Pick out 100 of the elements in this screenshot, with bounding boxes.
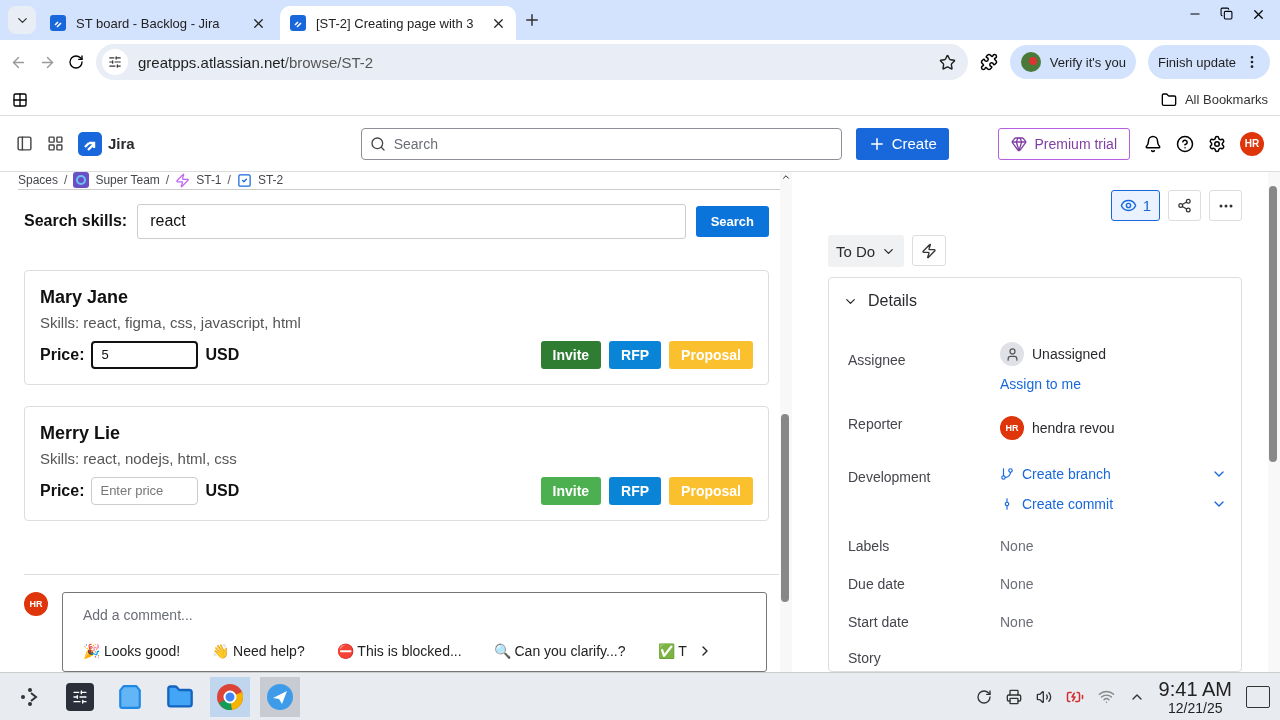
- update-icon[interactable]: [975, 688, 992, 705]
- create-button[interactable]: Create: [855, 127, 949, 160]
- price-input[interactable]: Enter price: [91, 476, 199, 505]
- browser-app-icon[interactable]: [210, 676, 250, 717]
- search-field[interactable]: Search: [360, 127, 842, 160]
- skills-text: Skills: react, nodejs, html, css: [40, 449, 238, 467]
- field-label: Story: [848, 650, 881, 666]
- scrollbar-thumb[interactable]: [781, 414, 789, 602]
- field-label: Due date: [848, 576, 905, 592]
- separator: /: [165, 173, 170, 188]
- avatar-picture-icon: [1019, 51, 1042, 73]
- lightning-icon: [921, 242, 938, 259]
- site-settings-icon: [102, 49, 128, 75]
- field-value: None: [1000, 538, 1035, 554]
- bookmark-star-icon[interactable]: [938, 53, 956, 71]
- app-name: Jira: [108, 135, 135, 152]
- search-icon: [369, 135, 386, 152]
- apps-icon[interactable]: [12, 91, 28, 108]
- jira-logo-icon: [78, 131, 102, 156]
- skill-search-input[interactable]: react: [137, 203, 686, 239]
- help-icon[interactable]: [1176, 134, 1194, 153]
- freelancer-name: Mary Jane: [40, 286, 130, 308]
- user-avatar-icon: [1000, 342, 1024, 366]
- clock-date: 12/21/25: [1168, 699, 1223, 716]
- browser-tab[interactable]: [ST-2] Creating page with 3: [280, 6, 516, 40]
- reload-icon[interactable]: [68, 54, 84, 70]
- field-label: Labels: [848, 538, 890, 554]
- search-button[interactable]: Search: [695, 205, 769, 237]
- separator: /: [64, 173, 68, 188]
- folder-icon: [1160, 91, 1177, 108]
- field-value: None: [1000, 614, 1035, 630]
- rfp-button[interactable]: RFP: [609, 340, 662, 369]
- status-dropdown[interactable]: To Do: [828, 235, 905, 267]
- suggestion-chip[interactable]: 👋 Need help?: [212, 643, 305, 659]
- app-icon[interactable]: [260, 676, 300, 717]
- premium-trial-button[interactable]: Premium trial: [997, 127, 1130, 160]
- settings-icon[interactable]: [1208, 134, 1226, 153]
- checkbox-icon: [236, 172, 252, 188]
- assign-to-me-link[interactable]: Assign to me: [1000, 376, 1227, 392]
- breadcrumb-link[interactable]: ST-1: [196, 173, 222, 188]
- project-icon: [73, 172, 90, 189]
- field-label: Reporter: [848, 416, 903, 432]
- notifications-icon[interactable]: [1144, 134, 1162, 153]
- volume-icon[interactable]: [1035, 688, 1052, 705]
- branch-icon: [1000, 467, 1014, 481]
- assignee-value: Unassigned: [1032, 346, 1106, 362]
- separator: /: [227, 173, 231, 188]
- freelancer-name: Merry Lie: [40, 422, 122, 444]
- breadcrumb-link[interactable]: Spaces: [18, 173, 59, 188]
- currency-label: USD: [205, 481, 240, 500]
- wifi-icon[interactable]: [1097, 688, 1115, 705]
- clock[interactable]: 9:41 AM 12/21/25: [1158, 677, 1232, 716]
- suggestion-chip[interactable]: ✅ T: [657, 643, 687, 659]
- printer-icon[interactable]: [1005, 688, 1022, 705]
- scrollbar-thumb[interactable]: [1269, 186, 1277, 462]
- breadcrumb-link[interactable]: ST-2: [257, 173, 284, 188]
- suggestion-chip[interactable]: 🎉 Looks good!: [83, 643, 181, 659]
- currency-label: USD: [205, 345, 240, 364]
- details-title: Details: [868, 292, 917, 310]
- scroll-up-icon[interactable]: [781, 172, 791, 182]
- user-avatar: HR: [24, 592, 48, 616]
- suggestion-chip[interactable]: ⛔ This is blocked...: [336, 643, 462, 659]
- suggestion-chip[interactable]: 🔍 Can you clarify...?: [493, 643, 626, 659]
- price-label: Price:: [40, 345, 85, 364]
- user-avatar[interactable]: HR: [1240, 131, 1264, 156]
- browser-tab[interactable]: ST board - Backlog - Jira: [40, 6, 276, 40]
- share-button[interactable]: [1168, 190, 1201, 221]
- field-value: None: [1000, 576, 1035, 592]
- invite-button[interactable]: Invite: [540, 340, 602, 369]
- app-switcher-icon[interactable]: [47, 135, 64, 152]
- price-label: Price:: [40, 481, 85, 500]
- share-icon: [1177, 198, 1192, 213]
- reporter-avatar: HR: [1000, 416, 1024, 440]
- rfp-button[interactable]: RFP: [609, 476, 662, 505]
- create-link[interactable]: Create commit: [1022, 496, 1114, 512]
- price-input[interactable]: 5: [91, 340, 199, 369]
- restore-icon[interactable]: [1220, 6, 1233, 20]
- create-link[interactable]: Create branch: [1022, 466, 1111, 482]
- field-label: Start date: [848, 614, 909, 630]
- search-label: Search skills:: [24, 212, 128, 231]
- breadcrumb-link[interactable]: Super Team: [95, 173, 160, 188]
- sidebar-toggle-icon[interactable]: [16, 135, 33, 152]
- skills-text: Skills: react, figma, css, javascript, html: [40, 313, 302, 331]
- eye-icon: [1119, 197, 1137, 214]
- profile-chip[interactable]: Verify it's you: [1009, 45, 1136, 79]
- extensions-icon[interactable]: [979, 53, 998, 71]
- address-bar[interactable]: greatpps.atlassian.net/browse/ST-2: [96, 44, 968, 80]
- automation-button[interactable]: [912, 235, 947, 266]
- show-desktop-icon[interactable]: [1246, 685, 1270, 708]
- comment-field[interactable]: Add a comment... 🎉 Looks good! 👋 Need help? ⛔ This is blocked... 🔍 Can you clarify...? ✅ T: [62, 592, 767, 672]
- watch-button[interactable]: 1: [1110, 190, 1160, 221]
- gem-icon: [1010, 135, 1027, 152]
- field-label: Assignee: [848, 352, 906, 368]
- more-icon: [1218, 203, 1233, 208]
- update-chip[interactable]: Finish update: [1147, 45, 1270, 79]
- field-label: Development: [848, 468, 932, 487]
- clock-time: 9:41 AM: [1158, 677, 1232, 700]
- jira-favicon-icon: [290, 15, 306, 31]
- all-bookmarks-link[interactable]: All Bookmarks: [1184, 92, 1268, 107]
- jira-favicon-icon: [50, 15, 66, 31]
